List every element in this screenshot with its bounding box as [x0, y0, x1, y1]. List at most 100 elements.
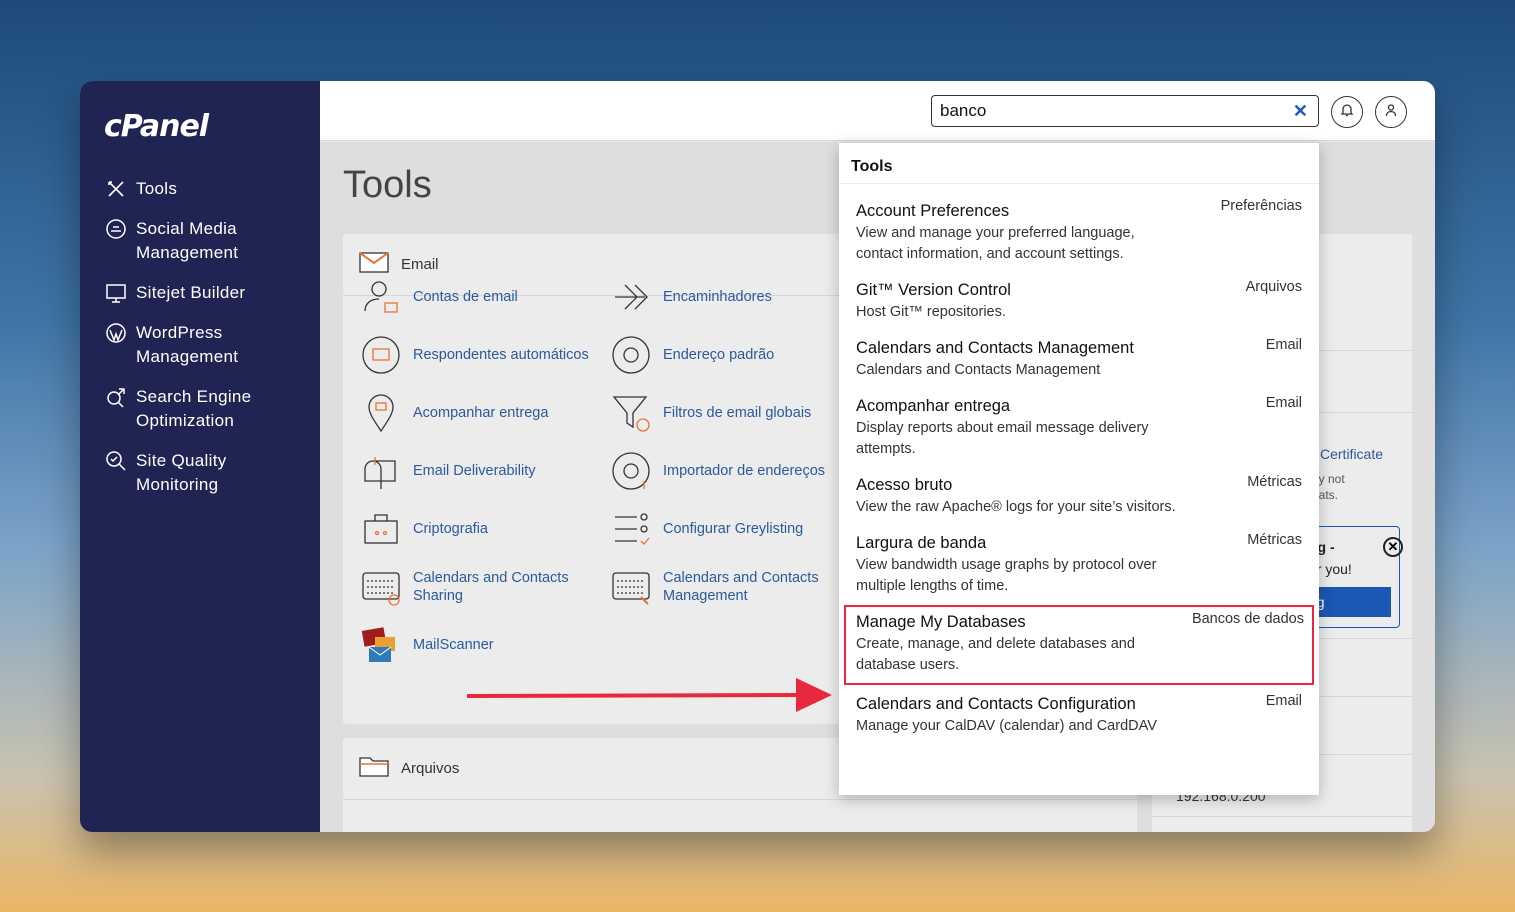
- sidebar-item-tools[interactable]: Tools: [80, 177, 320, 201]
- dropdown-heading: Tools: [839, 143, 1319, 184]
- bell-icon: [1340, 103, 1354, 122]
- search-result-item[interactable]: Acesso bruto View the raw Apache® logs f…: [839, 460, 1319, 518]
- result-description: Host Git™ repositories.: [856, 304, 1006, 320]
- filter-icon: [609, 391, 653, 435]
- tool-default-address[interactable]: Endereço padrão: [609, 332, 859, 378]
- result-description: View bandwidth usage graphs by protocol …: [856, 557, 1157, 594]
- result-category: Preferências: [1220, 198, 1302, 214]
- search-result-item[interactable]: Largura de banda View bandwidth usage gr…: [839, 518, 1319, 597]
- mailbox-icon: [359, 449, 403, 493]
- location-pin-icon: [359, 391, 403, 435]
- tool-autoresponders[interactable]: Respondentes automáticos: [359, 332, 609, 378]
- sidebar-item-label: Site Quality Monitoring: [136, 451, 227, 494]
- search-input[interactable]: [932, 96, 1272, 126]
- result-description: View the raw Apache® logs for your site’…: [856, 499, 1176, 515]
- tool-label: MailScanner: [413, 637, 494, 653]
- divider: [1152, 816, 1412, 817]
- email-accounts-icon: [359, 275, 403, 319]
- sidebar-item-wordpress[interactable]: WordPress Management: [80, 321, 320, 369]
- result-description: Calendars and Contacts Management: [856, 362, 1101, 378]
- tool-email-accounts[interactable]: Contas de email: [359, 274, 609, 320]
- tools-icon: [104, 177, 128, 201]
- result-category: Email: [1265, 337, 1302, 353]
- sidebar-item-seo[interactable]: Search Engine Optimization: [80, 385, 320, 433]
- search-result-manage-databases[interactable]: Manage My Databases Create, manage, and …: [844, 605, 1314, 685]
- tool-label: Email Deliverability: [413, 463, 536, 479]
- sidebar-item-label: Sitejet Builder: [136, 283, 246, 302]
- tool-label: Calendars and Contacts Management: [663, 570, 819, 604]
- certificate-link[interactable]: Certificate: [1320, 446, 1383, 462]
- calendar-grid-icon: [609, 565, 653, 609]
- import-at-icon: [609, 449, 653, 493]
- sidebar-item-sitejet[interactable]: Sitejet Builder: [80, 281, 320, 305]
- page-title: Tools: [343, 164, 432, 206]
- result-category: Arquivos: [1245, 279, 1302, 295]
- search-result-item[interactable]: Calendars and Contacts Management Calend…: [839, 323, 1319, 381]
- tool-forwarders[interactable]: Encaminhadores: [609, 274, 859, 320]
- result-category: Email: [1265, 395, 1302, 411]
- files-panel-title: Arquivos: [401, 760, 460, 777]
- tool-encryption[interactable]: Criptografia: [359, 506, 609, 552]
- tool-track-delivery[interactable]: Acompanhar entrega: [359, 390, 609, 436]
- tool-label: Endereço padrão: [663, 347, 775, 363]
- search-result-item[interactable]: Account Preferences View and manage your…: [839, 184, 1319, 265]
- result-title: Git™ Version Control: [856, 281, 1011, 299]
- cpanel-window: cPanel Tools Social Media Management Sit…: [80, 81, 1435, 832]
- sidebar-item-label: Tools: [136, 179, 178, 198]
- result-category: Bancos de dados: [1191, 611, 1304, 627]
- search-box[interactable]: ✕: [931, 95, 1319, 127]
- mailscanner-icon: [359, 623, 403, 667]
- result-description: Create, manage, and delete databases and…: [856, 636, 1135, 673]
- result-title: Calendars and Contacts Configuration: [856, 695, 1136, 713]
- social-media-icon: [104, 217, 128, 241]
- tool-label: Calendars and Contacts Sharing: [413, 570, 569, 604]
- tool-greylisting[interactable]: Configurar Greylisting: [609, 506, 859, 552]
- sidebar: cPanel Tools Social Media Management Sit…: [80, 81, 320, 832]
- seo-icon: [104, 385, 128, 409]
- search-result-item[interactable]: Calendars and Contacts Configuration Man…: [839, 685, 1319, 737]
- folder-icon: [359, 755, 389, 782]
- search-result-item[interactable]: Git™ Version Control Host Git™ repositor…: [839, 265, 1319, 323]
- tool-mailscanner[interactable]: MailScanner: [359, 622, 609, 668]
- tool-label: Contas de email: [413, 289, 518, 305]
- top-bar: ✕: [320, 81, 1435, 141]
- sidebar-item-label: Social Media Management: [136, 219, 239, 262]
- wordpress-icon: [104, 321, 128, 345]
- sidebar-item-label: WordPress Management: [136, 323, 239, 366]
- tool-label: Filtros de email globais: [663, 405, 812, 421]
- user-icon: [1384, 103, 1398, 122]
- autoresponder-icon: [359, 333, 403, 377]
- search-results-dropdown: Tools Account Preferences View and manag…: [839, 143, 1319, 795]
- close-icon[interactable]: ✕: [1383, 537, 1403, 557]
- result-title: Largura de banda: [856, 534, 987, 552]
- tool-label: Criptografia: [413, 521, 488, 537]
- cpanel-logo[interactable]: cPanel: [104, 109, 209, 144]
- result-description: View and manage your preferred language,…: [856, 225, 1135, 262]
- notifications-button[interactable]: [1331, 96, 1363, 128]
- tool-calendars-sharing[interactable]: Calendars and Contacts Sharing: [359, 564, 609, 610]
- forward-arrow-icon: [609, 275, 653, 319]
- sidebar-item-social-media[interactable]: Social Media Management: [80, 217, 320, 265]
- tool-label: Acompanhar entrega: [413, 405, 549, 421]
- site-quality-icon: [104, 449, 128, 473]
- tool-email-deliverability[interactable]: Email Deliverability: [359, 448, 609, 494]
- sidebar-item-site-quality[interactable]: Site Quality Monitoring: [80, 449, 320, 497]
- result-category: Email: [1265, 693, 1302, 709]
- search-result-item[interactable]: Acompanhar entrega Display reports about…: [839, 381, 1319, 460]
- sitejet-icon: [104, 281, 128, 305]
- tool-address-importer[interactable]: Importador de endereços: [609, 448, 859, 494]
- tool-label: Configurar Greylisting: [663, 521, 804, 537]
- tool-label: Respondentes automáticos: [413, 347, 589, 363]
- tool-global-filters[interactable]: Filtros de email globais: [609, 390, 859, 436]
- result-description: Manage your CalDAV (calendar) and CardDA…: [856, 718, 1157, 734]
- tool-calendars-management[interactable]: Calendars and Contacts Management: [609, 564, 859, 610]
- result-title: Acesso bruto: [856, 476, 953, 494]
- email-panel-title: Email: [401, 256, 439, 273]
- list-settings-icon: [609, 507, 653, 551]
- clear-search-icon[interactable]: ✕: [1293, 101, 1308, 122]
- result-title: Calendars and Contacts Management: [856, 339, 1134, 357]
- user-menu-button[interactable]: [1375, 96, 1407, 128]
- at-sign-icon: [609, 333, 653, 377]
- briefcase-icon: [359, 507, 403, 551]
- result-category: Métricas: [1247, 532, 1302, 548]
